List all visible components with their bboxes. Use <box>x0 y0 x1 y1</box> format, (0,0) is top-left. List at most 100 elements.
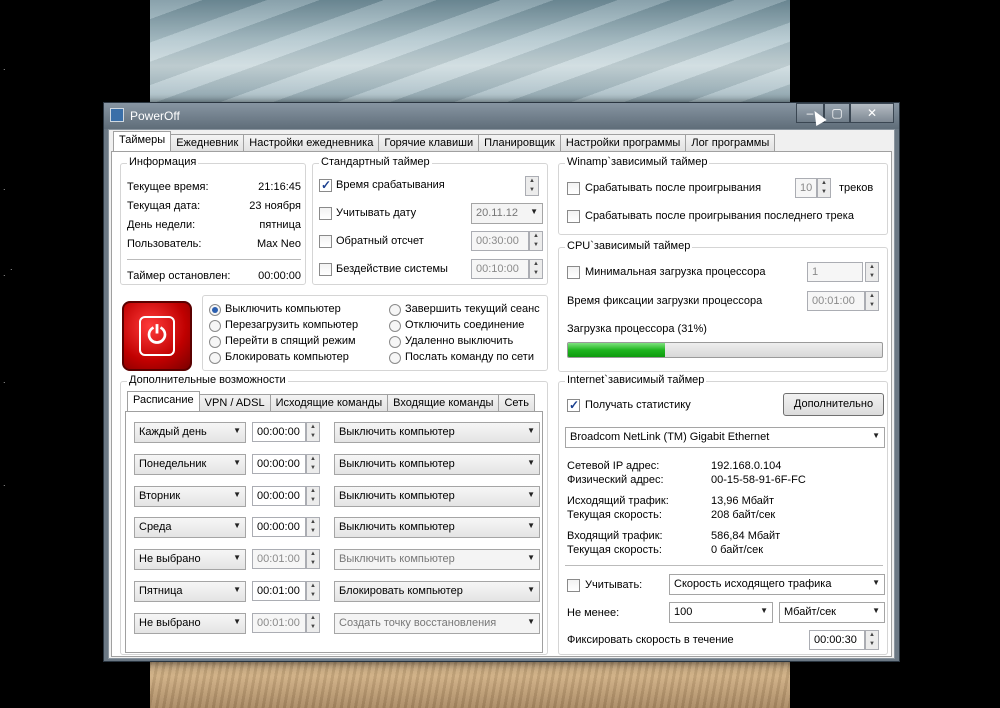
unit-select[interactable]: Мбайт/сек ▼ <box>779 602 885 623</box>
radio-lock[interactable] <box>209 352 221 364</box>
radio-shutdown[interactable] <box>209 304 221 316</box>
tab-hotkeys[interactable]: Горячие клавиши <box>378 134 480 151</box>
stat-label: Сетевой IP адрес: <box>567 460 660 472</box>
trigger-time-spinner[interactable]: ▲ ▼ <box>525 176 539 196</box>
tracks-field[interactable]: 10 <box>795 178 817 198</box>
schedule-day-select[interactable]: Не выбрано ▼ <box>134 549 246 570</box>
schedule-day-select[interactable]: Каждый день ▼ <box>134 422 246 443</box>
chevron-down-icon: ▼ <box>760 606 768 615</box>
schedule-action-select[interactable]: Блокировать компьютер ▼ <box>334 581 540 602</box>
internet-group: Internet`зависимый таймер Получать стати… <box>558 374 888 655</box>
tab-outgoing-commands[interactable]: Исходящие команды <box>269 394 389 411</box>
after-last-checkbox[interactable] <box>567 210 580 223</box>
schedule-time-spinner[interactable]: ▲ ▼ <box>306 613 320 633</box>
radio-logoff[interactable] <box>389 304 401 316</box>
schedule-day-select[interactable]: Среда ▼ <box>134 517 246 538</box>
date-value: 20.11.12 <box>476 207 519 219</box>
consider-label: Учитывать: <box>585 579 643 591</box>
schedule-time-field[interactable]: 00:01:00 <box>252 549 306 569</box>
schedule-time-field[interactable]: 00:01:00 <box>252 613 306 633</box>
fix-time-spinner[interactable]: ▲ ▼ <box>865 291 879 311</box>
fix-speed-spinner[interactable]: ▲ ▼ <box>865 630 879 650</box>
tab-network[interactable]: Сеть <box>498 394 535 411</box>
countdown-spinner[interactable]: ▲ ▼ <box>529 231 543 251</box>
schedule-time-spinner[interactable]: ▲ ▼ <box>306 549 320 569</box>
schedule-time-spinner[interactable]: ▲ ▼ <box>306 517 320 537</box>
stat-value: 13,96 Мбайт <box>711 495 775 507</box>
schedule-day-select[interactable]: Пятница ▼ <box>134 581 246 602</box>
desktop-dot: . <box>10 262 13 272</box>
not-less-select[interactable]: 100 ▼ <box>669 602 773 623</box>
schedule-action-select[interactable]: Выключить компьютер ▼ <box>334 422 540 443</box>
min-load-field[interactable]: 1 <box>807 262 863 282</box>
schedule-time-spinner[interactable]: ▲ ▼ <box>306 581 320 601</box>
close-button[interactable]: ✕ <box>850 103 894 123</box>
schedule-day-select[interactable]: Не выбрано ▼ <box>134 613 246 634</box>
cpu-load-label: Загрузка процессора (31%) <box>567 323 707 335</box>
idle-field[interactable]: 00:10:00 <box>471 259 529 279</box>
desktop-dot: . <box>3 478 6 488</box>
title-bar[interactable]: PowerOff – ▢ ✕ <box>104 103 899 129</box>
schedule-action-select[interactable]: Выключить компьютер ▼ <box>334 517 540 538</box>
radio-network-command[interactable] <box>389 352 401 364</box>
fix-time-label: Время фиксации загрузки процессора <box>567 295 763 307</box>
cpu-load-fill <box>568 343 666 357</box>
stat-value: 00-15-58-91-6F-FC <box>711 474 806 486</box>
tab-scheduler[interactable]: Планировщик <box>478 134 561 151</box>
info-value: 21:16:45 <box>258 181 301 193</box>
schedule-time-field[interactable]: 00:00:00 <box>252 454 306 474</box>
schedule-time-field[interactable]: 00:00:00 <box>252 422 306 442</box>
trigger-time-checkbox[interactable] <box>319 178 332 192</box>
action-label: Выключить компьютер <box>225 303 341 315</box>
consider-checkbox[interactable] <box>567 579 580 592</box>
countdown-checkbox[interactable] <box>319 235 332 248</box>
schedule-time-spinner[interactable]: ▲ ▼ <box>306 486 320 506</box>
power-button[interactable]: ⏻ <box>122 301 192 371</box>
schedule-time-field[interactable]: 00:00:00 <box>252 517 306 537</box>
tab-planner[interactable]: Ежедневник <box>170 134 245 151</box>
idle-spinner[interactable]: ▲ ▼ <box>529 259 543 279</box>
min-load-spinner[interactable]: ▲ ▼ <box>865 262 879 282</box>
schedule-time-field[interactable]: 00:01:00 <box>252 581 306 601</box>
maximize-button[interactable]: ▢ <box>824 103 850 123</box>
countdown-field[interactable]: 00:30:00 <box>471 231 529 251</box>
winamp-title: Winamp`зависимый таймер <box>565 156 710 168</box>
schedule-action-select[interactable]: Создать точку восстановления ▼ <box>334 613 540 634</box>
min-load-checkbox[interactable] <box>567 266 580 279</box>
schedule-day-select[interactable]: Вторник ▼ <box>134 486 246 507</box>
after-play-checkbox[interactable] <box>567 182 580 195</box>
get-stats-checkbox[interactable] <box>567 398 580 412</box>
schedule-time-field[interactable]: 00:00:00 <box>252 486 306 506</box>
idle-label: Бездействие системы <box>336 263 448 275</box>
radio-restart[interactable] <box>209 320 221 332</box>
schedule-panel: Каждый день ▼ 00:00:00 ▲ ▼ Выключить компьюте… <box>125 411 543 653</box>
schedule-time-spinner[interactable]: ▲ ▼ <box>306 422 320 442</box>
tab-program-log[interactable]: Лог программы <box>685 134 776 151</box>
adapter-select[interactable]: Broadcom NetLink (TM) Gigabit Ethernet ▼ <box>565 427 885 448</box>
schedule-action-select[interactable]: Выключить компьютер ▼ <box>334 454 540 475</box>
tracks-spinner[interactable]: ▲ ▼ <box>817 178 831 198</box>
tab-schedule[interactable]: Расписание <box>127 391 200 411</box>
more-button[interactable]: Дополнительно <box>783 393 884 416</box>
info-label: Пользователь: <box>127 238 202 250</box>
use-date-checkbox[interactable] <box>319 207 332 220</box>
radio-sleep[interactable] <box>209 336 221 348</box>
tab-vpn[interactable]: VPN / ADSL <box>198 394 271 411</box>
chevron-down-icon: ▼ <box>233 426 241 435</box>
idle-checkbox[interactable] <box>319 263 332 276</box>
tab-planner-settings[interactable]: Настройки ежедневника <box>243 134 380 151</box>
info-value: пятница <box>259 219 301 231</box>
date-picker[interactable]: 20.11.12 ▼ <box>471 203 543 224</box>
radio-remote-shutdown[interactable] <box>389 336 401 348</box>
consider-select[interactable]: Скорость исходящего трафика ▼ <box>669 574 885 595</box>
schedule-time-spinner[interactable]: ▲ ▼ <box>306 454 320 474</box>
schedule-action-select[interactable]: Выключить компьютер ▼ <box>334 486 540 507</box>
tab-program-settings[interactable]: Настройки программы <box>559 134 687 151</box>
schedule-action-select[interactable]: Выключить компьютер ▼ <box>334 549 540 570</box>
fix-speed-field[interactable]: 00:00:30 <box>809 630 865 650</box>
schedule-day-select[interactable]: Понедельник ▼ <box>134 454 246 475</box>
tab-incoming-commands[interactable]: Входящие команды <box>387 394 500 411</box>
tab-timers[interactable]: Таймеры <box>113 131 172 151</box>
radio-disconnect[interactable] <box>389 320 401 332</box>
fix-time-field[interactable]: 00:01:00 <box>807 291 865 311</box>
